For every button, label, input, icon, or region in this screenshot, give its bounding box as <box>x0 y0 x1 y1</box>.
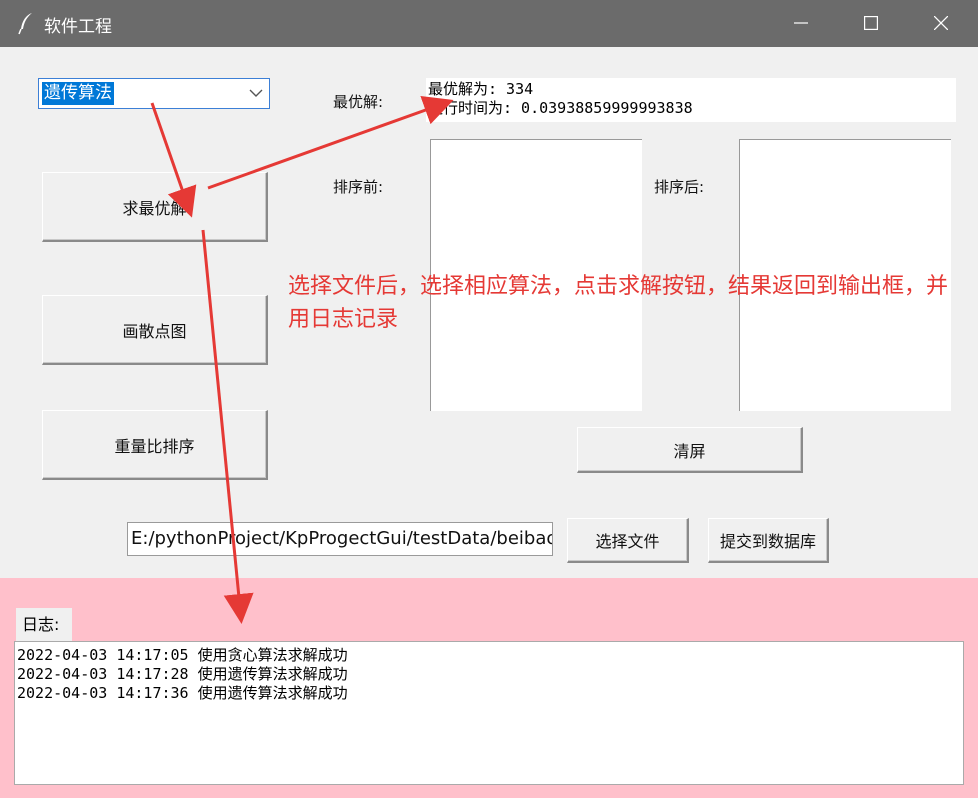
arrow-solve-to-result <box>207 95 454 190</box>
annotation-arrows <box>150 95 454 624</box>
arrow-select-to-solve <box>150 102 197 218</box>
arrow-solve-to-log <box>201 229 254 624</box>
